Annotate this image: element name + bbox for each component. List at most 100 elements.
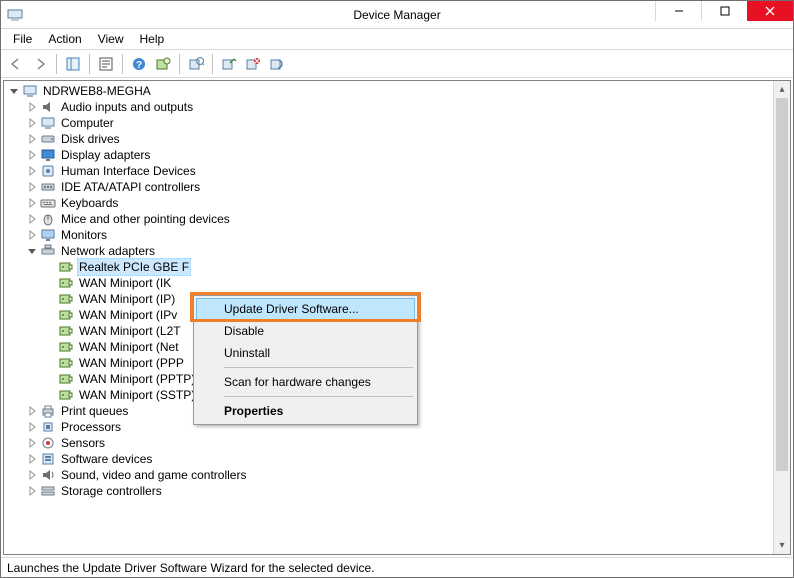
context-menu-separator (224, 396, 413, 397)
scroll-up-button[interactable]: ▴ (774, 81, 790, 98)
nic-icon (58, 291, 74, 307)
tree-expander-closed-icon[interactable] (26, 485, 38, 497)
tree-item[interactable]: Display adapters (6, 147, 773, 163)
tree-item-label: Print queues (59, 403, 130, 419)
tree-item[interactable]: Human Interface Devices (6, 163, 773, 179)
keyboard-icon (40, 195, 56, 211)
tree-root-label: NDRWEB8-MEGHA (41, 83, 153, 99)
tree-expander-closed-icon[interactable] (26, 229, 38, 241)
tree-item-label: Monitors (59, 227, 109, 243)
toolbar-update-driver-button[interactable] (152, 53, 174, 75)
nic-icon (58, 323, 74, 339)
close-button[interactable] (747, 1, 793, 21)
tree-item-label: Processors (59, 419, 123, 435)
tree-item[interactable]: Mice and other pointing devices (6, 211, 773, 227)
tree-item[interactable]: WAN Miniport (IK (6, 275, 773, 291)
nic-icon (58, 259, 74, 275)
tree-expander-closed-icon[interactable] (26, 165, 38, 177)
tree-item[interactable]: Computer (6, 115, 773, 131)
tree-expander-closed-icon[interactable] (26, 421, 38, 433)
computer-icon (40, 115, 56, 131)
toolbar-disable-button[interactable] (266, 53, 288, 75)
toolbar-show-hidden-button[interactable] (62, 53, 84, 75)
tree-expander-closed-icon[interactable] (26, 469, 38, 481)
tree-item-label: Computer (59, 115, 116, 131)
mouse-icon (40, 211, 56, 227)
tree-item[interactable]: Storage controllers (6, 483, 773, 499)
toolbar-help-button[interactable]: ? (128, 53, 150, 75)
tree-item[interactable]: Network adapters (6, 243, 773, 259)
nic-icon (58, 371, 74, 387)
toolbar-properties-button[interactable] (95, 53, 117, 75)
tree-item[interactable]: Software devices (6, 451, 773, 467)
tree-expander-closed-icon[interactable] (26, 213, 38, 225)
toolbar-separator (56, 54, 57, 74)
tree-expander-closed-icon[interactable] (26, 437, 38, 449)
context-menu-item[interactable]: Update Driver Software... (196, 298, 415, 320)
menubar: File Action View Help (1, 29, 793, 50)
ide-icon (40, 179, 56, 195)
tree-item[interactable]: Sound, video and game controllers (6, 467, 773, 483)
tree-expander-open-icon[interactable] (26, 245, 38, 257)
tree-item[interactable]: Sensors (6, 435, 773, 451)
tree-item[interactable]: Audio inputs and outputs (6, 99, 773, 115)
context-menu-item[interactable]: Scan for hardware changes (196, 371, 415, 393)
tree-root[interactable]: NDRWEB8-MEGHA (6, 83, 773, 99)
tree-item[interactable]: Disk drives (6, 131, 773, 147)
tree-expander-closed-icon[interactable] (26, 133, 38, 145)
tree-item-label: Mice and other pointing devices (59, 211, 232, 227)
tree-item-label: WAN Miniport (Net (77, 339, 181, 355)
toolbar-enable-button[interactable] (218, 53, 240, 75)
tree-expander-closed-icon[interactable] (26, 197, 38, 209)
statusbar: Launches the Update Driver Software Wiza… (1, 557, 793, 577)
menu-action[interactable]: Action (40, 30, 89, 48)
tree-item-label: Human Interface Devices (59, 163, 198, 179)
tree-item-label: WAN Miniport (PPTP) (77, 371, 197, 387)
context-menu-item[interactable]: Properties (196, 400, 415, 422)
device-manager-window: Device Manager File Action View Help ? (0, 0, 794, 578)
tree-item-label: Display adapters (59, 147, 152, 163)
window-controls (655, 1, 793, 21)
tree-item[interactable]: Realtek PCIe GBE F (6, 259, 773, 275)
maximize-button[interactable] (701, 1, 747, 21)
tree-expander-closed-icon[interactable] (26, 101, 38, 113)
tree-item-label: Disk drives (59, 131, 122, 147)
network-icon (40, 243, 56, 259)
tree-expander-closed-icon[interactable] (26, 453, 38, 465)
toolbar-scan-hardware-button[interactable] (185, 53, 207, 75)
tree-item-label: WAN Miniport (L2T (77, 323, 183, 339)
cpu-icon (40, 419, 56, 435)
toolbar-separator (122, 54, 123, 74)
menu-help[interactable]: Help (132, 30, 173, 48)
toolbar-forward-button[interactable] (29, 53, 51, 75)
tree-item-label: WAN Miniport (IPv (77, 307, 179, 323)
tree-item-label: Sound, video and game controllers (59, 467, 248, 483)
tree-item-label: Realtek PCIe GBE F (77, 258, 191, 276)
tree-item[interactable]: Keyboards (6, 195, 773, 211)
tree-item-label: WAN Miniport (SSTP) (77, 387, 197, 403)
tree-item[interactable]: IDE ATA/ATAPI controllers (6, 179, 773, 195)
context-menu-item[interactable]: Disable (196, 320, 415, 342)
monitor-icon (40, 227, 56, 243)
scrollbar[interactable]: ▴ ▾ (773, 81, 790, 554)
menu-view[interactable]: View (90, 30, 132, 48)
context-menu-item[interactable]: Uninstall (196, 342, 415, 364)
tree-expander-open-icon[interactable] (8, 85, 20, 97)
tree-expander-closed-icon[interactable] (26, 405, 38, 417)
tree-item-label: Keyboards (59, 195, 120, 211)
tree-expander-closed-icon[interactable] (26, 149, 38, 161)
nic-icon (58, 307, 74, 323)
scroll-track[interactable] (774, 98, 790, 537)
scroll-thumb[interactable] (776, 98, 788, 471)
toolbar-uninstall-button[interactable] (242, 53, 264, 75)
scroll-down-button[interactable]: ▾ (774, 537, 790, 554)
tree-item[interactable]: Monitors (6, 227, 773, 243)
software-icon (40, 451, 56, 467)
minimize-button[interactable] (655, 1, 701, 21)
tree-expander-closed-icon[interactable] (26, 181, 38, 193)
toolbar-back-button[interactable] (5, 53, 27, 75)
tree-item-label: Storage controllers (59, 483, 164, 499)
tree-expander-closed-icon[interactable] (26, 117, 38, 129)
tree-item-label: Software devices (59, 451, 154, 467)
menu-file[interactable]: File (5, 30, 40, 48)
